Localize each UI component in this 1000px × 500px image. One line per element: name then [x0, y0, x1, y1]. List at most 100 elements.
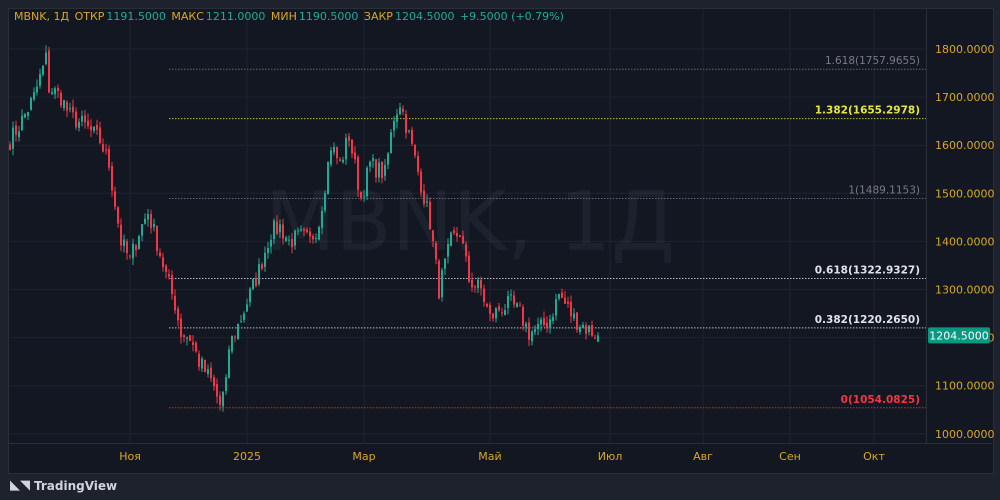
- candle-body: [480, 280, 482, 289]
- candle-body: [411, 129, 413, 144]
- candle-body: [591, 325, 593, 336]
- candle-body: [408, 130, 410, 132]
- candle-body: [459, 235, 461, 237]
- candle-body: [594, 337, 596, 339]
- candle-body: [198, 353, 200, 367]
- candle-body: [516, 303, 518, 307]
- candle-body: [366, 167, 368, 197]
- candle-body: [288, 239, 290, 241]
- fib-level-label: 0.382(1220.2650): [815, 314, 920, 326]
- candle-body: [525, 323, 527, 327]
- candle-body: [543, 318, 545, 326]
- candle-body: [282, 224, 284, 239]
- candle-body: [537, 323, 539, 330]
- open-value: 1191.5000: [106, 10, 166, 23]
- candle-body: [540, 319, 542, 325]
- low-label: МИН: [270, 10, 297, 23]
- candle-body: [477, 279, 479, 289]
- high-value: 1211.0000: [205, 10, 266, 23]
- symbol-label[interactable]: MBNK, 1Д: [14, 10, 69, 23]
- candle-body: [177, 308, 179, 321]
- price-tick-label: 1300.0000: [935, 284, 995, 297]
- close-label: ЗАКР: [363, 10, 393, 23]
- candle-body: [51, 92, 53, 94]
- candle-body: [402, 108, 404, 112]
- candle-body: [333, 146, 335, 153]
- candle-body: [246, 304, 248, 312]
- tradingview-logo[interactable]: ◣◥ TradingView: [10, 478, 117, 493]
- candle-body: [405, 114, 407, 133]
- price-tick-label: 1700.0000: [935, 91, 995, 104]
- candle-body: [270, 239, 272, 247]
- candle-body: [471, 279, 473, 288]
- candle-body: [498, 306, 500, 311]
- candle-body: [108, 148, 110, 168]
- candle-body: [450, 232, 452, 247]
- time-tick-label: 2025: [233, 450, 261, 463]
- close-value: 1204.5000: [394, 10, 455, 23]
- candle-body: [321, 211, 323, 228]
- price-tick-label: 1100.0000: [935, 380, 995, 393]
- candle-body: [432, 230, 434, 241]
- candle-body: [279, 224, 281, 233]
- candle-body: [546, 322, 548, 328]
- candle-body: [504, 309, 506, 316]
- candle-body: [390, 132, 392, 154]
- price-tick-label: 1000.0000: [935, 428, 995, 441]
- candle-body: [216, 384, 218, 397]
- high-label: МАКС: [171, 10, 204, 23]
- candle-body: [396, 114, 398, 122]
- candle-body: [156, 225, 158, 252]
- candle-body: [495, 307, 497, 319]
- candle-body: [276, 221, 278, 234]
- candle-body: [531, 331, 533, 342]
- candle-body: [507, 295, 509, 308]
- candle-body: [291, 239, 293, 248]
- candle-body: [69, 108, 71, 110]
- candle-body: [186, 337, 188, 339]
- candle-body: [579, 327, 581, 332]
- candle-body: [189, 335, 191, 341]
- candle-body: [330, 150, 332, 165]
- candle-body: [195, 342, 197, 352]
- candle-body: [564, 297, 566, 304]
- candle-body: [393, 120, 395, 131]
- candle-body: [384, 165, 386, 176]
- change-value: +9.5000 (+0.79%): [459, 10, 564, 23]
- candle-body: [417, 155, 419, 172]
- low-value: 1190.5000: [298, 10, 359, 23]
- candle-body: [483, 288, 485, 302]
- candle-body: [486, 303, 488, 307]
- candle-body: [294, 230, 296, 246]
- candle-body: [597, 335, 599, 342]
- time-tick-label: Июл: [598, 450, 623, 463]
- candle-body: [429, 201, 431, 230]
- candle-body: [162, 257, 164, 268]
- price-tick-label: 1400.0000: [935, 235, 995, 248]
- candle-body: [15, 125, 17, 135]
- candle-body: [558, 293, 560, 299]
- candle-body: [48, 50, 50, 93]
- candle-body: [81, 115, 83, 122]
- candle-body: [489, 304, 491, 314]
- fib-level-label: 0(1054.0825): [841, 394, 920, 406]
- candle-body: [234, 336, 236, 338]
- tv-logo-icon: ◣◥: [10, 478, 30, 493]
- candle-body: [90, 126, 92, 131]
- time-tick-label: Ноя: [119, 450, 141, 463]
- candle-body: [324, 193, 326, 211]
- candle-body: [252, 279, 254, 289]
- fib-level-label: 1.382(1655.2978): [815, 105, 920, 117]
- candle-body: [522, 306, 524, 326]
- candle-body: [180, 318, 182, 337]
- candle-body: [327, 162, 329, 194]
- candle-body: [555, 299, 557, 316]
- candle-body: [78, 121, 80, 128]
- candle-body: [168, 274, 170, 277]
- candle-body: [54, 88, 56, 95]
- candle-body: [96, 124, 98, 130]
- candle-body: [57, 88, 59, 91]
- price-chart[interactable]: MBNK, 1Д1000.00001100.00001200.00001300.…: [0, 0, 1000, 500]
- candle-body: [24, 113, 26, 118]
- candle-body: [345, 137, 347, 160]
